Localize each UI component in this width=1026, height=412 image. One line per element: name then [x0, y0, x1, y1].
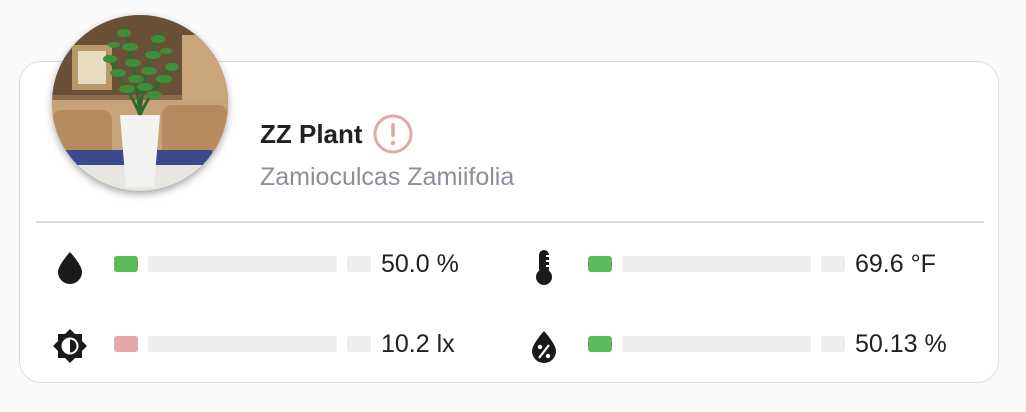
- moisture-metric[interactable]: 50.0 %: [50, 247, 470, 287]
- alert-circle-icon[interactable]: [373, 114, 413, 154]
- bar-end-cap: [347, 256, 371, 272]
- illuminance-status-indicator: [114, 336, 138, 352]
- illuminance-metric[interactable]: 10.2 lx: [50, 327, 470, 367]
- temperature-status-indicator: [588, 256, 612, 272]
- temperature-metric[interactable]: 69.6 °F: [524, 247, 964, 287]
- illuminance-bar: [148, 336, 337, 352]
- plant-photo[interactable]: [52, 15, 228, 191]
- humidity-bar: [622, 336, 811, 352]
- moisture-status-indicator: [114, 256, 138, 272]
- plant-name: ZZ Plant: [260, 118, 363, 149]
- illuminance-value: 10.2 lx: [381, 330, 455, 358]
- divider: [36, 221, 984, 223]
- bar-end-cap: [821, 336, 845, 352]
- moisture-bar: [148, 256, 337, 272]
- moisture-value: 50.0 %: [381, 250, 459, 278]
- water-percent-icon: [524, 327, 564, 367]
- thermometer-icon: [524, 247, 564, 287]
- humidity-status-indicator: [588, 336, 612, 352]
- bar-end-cap: [347, 336, 371, 352]
- temperature-value: 69.6 °F: [855, 250, 936, 278]
- water-drop-icon: [50, 247, 90, 287]
- brightness-icon: [50, 327, 90, 367]
- bar-end-cap: [821, 256, 845, 272]
- humidity-metric[interactable]: 50.13 %: [524, 327, 964, 367]
- plant-species: Zamioculcas Zamiifolia: [260, 163, 515, 191]
- temperature-bar: [622, 256, 811, 272]
- humidity-value: 50.13 %: [855, 330, 947, 358]
